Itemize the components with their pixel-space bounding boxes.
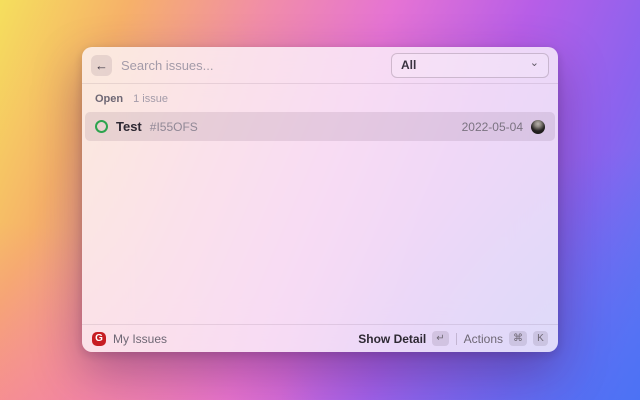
issue-row[interactable]: Test #I55OFS 2022-05-04	[85, 112, 555, 141]
show-detail-label: Show Detail	[358, 331, 427, 346]
context-label: My Issues	[113, 331, 168, 346]
footer-divider	[455, 332, 457, 345]
filter-selected-value: All	[401, 58, 417, 72]
actions-label: Actions	[463, 331, 503, 346]
return-key-icon: ↵	[432, 331, 449, 346]
issue-count-label: 1 issue	[133, 93, 168, 105]
footer-bar: G My Issues Show Detail ↵ Actions ⌘ K	[82, 324, 558, 352]
issue-id: #I55OFS	[149, 119, 198, 134]
back-arrow-icon: ←	[95, 57, 108, 73]
assignee-avatar	[531, 119, 545, 134]
filter-dropdown[interactable]: All ⌄	[391, 52, 549, 78]
issue-search-palette: ← All ⌄ Open 1 issue Test #I55OFS 2022-0…	[82, 47, 558, 352]
command-key-icon: ⌘	[509, 331, 527, 346]
search-bar: ← All ⌄	[82, 47, 558, 84]
k-key-icon: K	[533, 331, 548, 346]
gitee-logo-icon: G	[92, 331, 106, 346]
open-status-icon	[95, 120, 108, 133]
issue-date: 2022-05-04	[461, 119, 523, 134]
back-button[interactable]: ←	[91, 54, 112, 76]
issue-title: Test	[116, 119, 142, 134]
empty-results-area	[82, 141, 558, 324]
group-label: Open	[95, 93, 124, 105]
search-input[interactable]	[121, 57, 382, 73]
footer-actions: Show Detail ↵ Actions ⌘ K	[358, 331, 548, 346]
show-detail-button[interactable]: Show Detail ↵	[358, 331, 449, 346]
results-header: Open 1 issue	[82, 84, 558, 110]
chevron-down-icon: ⌄	[529, 57, 539, 69]
actions-button[interactable]: Actions ⌘ K	[464, 331, 548, 346]
